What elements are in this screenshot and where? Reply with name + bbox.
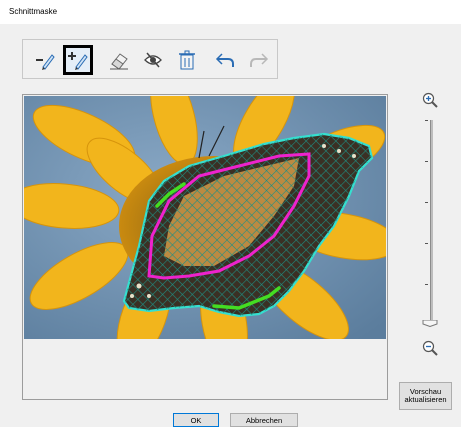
add-pen-tool-button[interactable] — [63, 45, 93, 75]
slider-tick — [425, 120, 428, 121]
delete-button[interactable] — [175, 48, 199, 72]
pen-icon — [36, 54, 55, 70]
mask-canvas[interactable] — [24, 96, 386, 339]
hide-mask-button[interactable] — [141, 48, 165, 72]
zoom-in-icon[interactable] — [422, 92, 438, 108]
zoom-slider-track[interactable] — [430, 120, 433, 324]
zoom-out-icon[interactable] — [422, 340, 438, 356]
slider-tick — [425, 161, 428, 162]
toolbar — [22, 39, 278, 79]
update-preview-button[interactable]: Vorschau aktualisieren — [399, 382, 452, 410]
trash-icon — [179, 50, 195, 70]
undo-button[interactable] — [213, 48, 237, 72]
title-bar: Schnittmaske — [0, 0, 461, 24]
redo-icon — [250, 53, 269, 67]
eraser-tool-button[interactable] — [107, 48, 131, 72]
mask-canvas-frame — [22, 94, 388, 400]
slider-tick — [425, 243, 428, 244]
ok-button[interactable]: OK — [173, 413, 219, 427]
update-preview-label-line2: aktualisieren — [404, 395, 447, 404]
zoom-slider-thumb[interactable] — [422, 320, 438, 327]
pen-tool-button[interactable] — [33, 48, 57, 72]
add-pen-icon — [68, 52, 88, 70]
redo-button[interactable] — [247, 48, 271, 72]
eye-slash-icon — [144, 52, 162, 68]
cancel-button[interactable]: Abbrechen — [230, 413, 298, 427]
slider-tick — [425, 202, 428, 203]
eraser-icon — [110, 53, 128, 70]
window-title: Schnittmaske — [9, 7, 58, 16]
slider-tick — [425, 284, 428, 285]
undo-icon — [215, 53, 234, 67]
